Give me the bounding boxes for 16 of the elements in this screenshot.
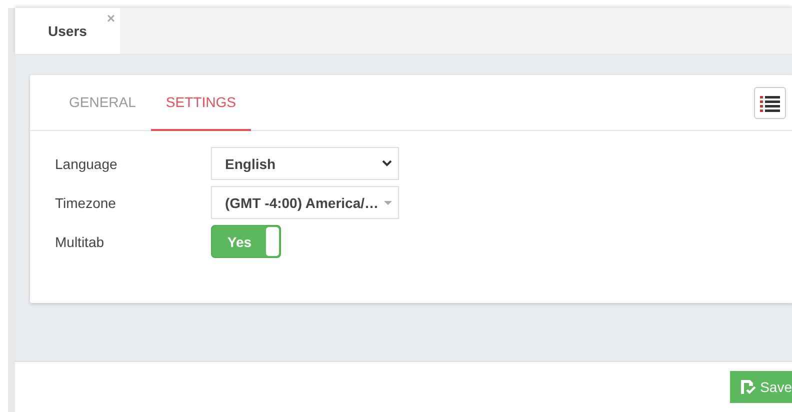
select-field[interactable]: English	[211, 147, 399, 180]
close-icon[interactable]: ×	[106, 11, 115, 25]
page-tab[interactable]: Users ×	[15, 8, 120, 54]
chevron-down-icon	[382, 160, 392, 167]
toggle-switch[interactable]: Yes	[211, 225, 281, 258]
select-field[interactable]: (GMT -4:00) America/…	[211, 186, 399, 219]
save-button[interactable]: Save	[730, 371, 792, 403]
list-view-button[interactable]	[754, 87, 786, 119]
section-tab[interactable]: SETTINGS	[150, 75, 251, 131]
caret-icon	[384, 200, 392, 204]
field-label: Language	[55, 156, 118, 172]
list-icon	[760, 94, 780, 112]
field-label: Multitab	[55, 234, 106, 250]
save-icon	[740, 379, 756, 395]
section-tab[interactable]: GENERAL	[54, 75, 151, 131]
field-label: Timezone	[55, 194, 117, 210]
